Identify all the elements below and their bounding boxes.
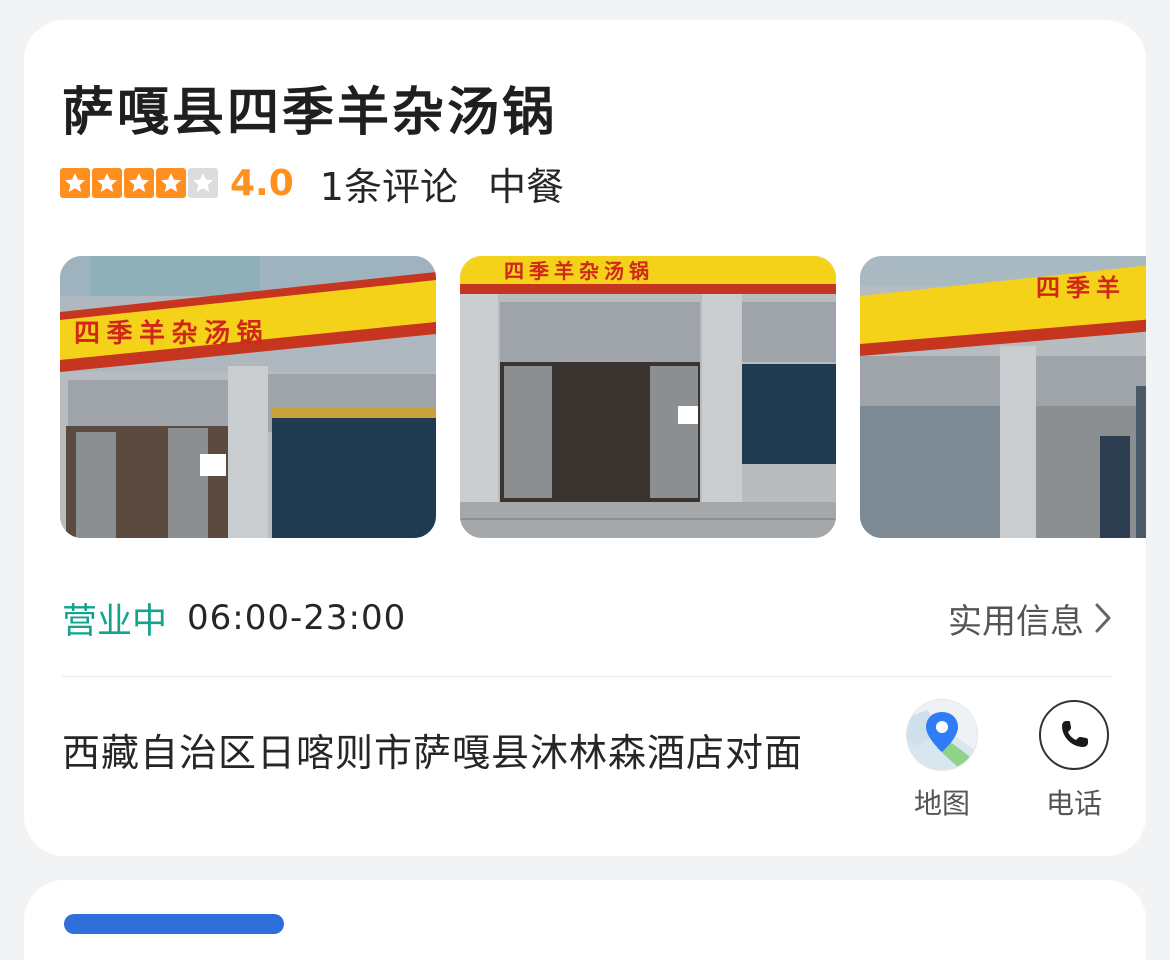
star-icon — [124, 168, 154, 198]
star-icon — [156, 168, 186, 198]
section-tab-indicator — [64, 914, 284, 934]
svg-text:四 季 羊 杂 汤 锅: 四 季 羊 杂 汤 锅 — [74, 318, 263, 348]
phone-button[interactable]: 电话 — [1029, 700, 1119, 822]
map-label: 地图 — [913, 787, 970, 820]
phone-icon — [1039, 700, 1109, 770]
practical-info-link[interactable]: 实用信息 — [948, 588, 1112, 648]
photo-carousel[interactable]: 四 季 羊 杂 汤 锅 四 季 羊 杂 汤 锅 四 季 羊 — [60, 256, 1146, 538]
star-icon — [188, 168, 218, 198]
phone-label: 电话 — [1045, 787, 1102, 820]
review-count-link[interactable]: 1条评论 — [320, 156, 458, 211]
page-title: 萨嘎县四季羊杂汤锅 — [62, 83, 558, 143]
star-icon — [92, 168, 122, 198]
storefront-photo-2[interactable]: 四 季 羊 杂 汤 锅 — [460, 256, 836, 538]
svg-text:四 季 羊: 四 季 羊 — [1036, 274, 1120, 302]
practical-info-label: 实用信息 — [948, 601, 1084, 642]
next-section-card — [24, 880, 1146, 960]
rating-score: 4.0 — [230, 162, 294, 204]
poi-detail-card: 萨嘎县四季羊杂汤锅 4.0 1条评论 中餐 四 季 羊 杂 汤 锅 四 季 羊 … — [24, 20, 1146, 856]
rating-row: 4.0 1条评论 中餐 — [60, 156, 564, 211]
business-hours: 06:00-23:00 — [187, 598, 407, 638]
address-text: 西藏自治区日喀则市萨嘎县沐林森酒店对面 — [62, 731, 804, 775]
storefront-photo-1[interactable]: 四 季 羊 杂 汤 锅 — [60, 256, 436, 538]
category-label: 中餐 — [487, 164, 564, 209]
business-hours-row: 营业中 06:00-23:00 实用信息 — [62, 588, 1112, 648]
svg-text:四 季 羊 杂 汤 锅: 四 季 羊 杂 汤 锅 — [504, 259, 649, 283]
star-icon — [60, 168, 90, 198]
map-pin-icon — [907, 700, 977, 770]
divider — [62, 676, 1112, 677]
storefront-photo-3[interactable]: 四 季 羊 — [860, 256, 1146, 538]
star-rating — [60, 168, 218, 198]
open-status-badge: 营业中 — [62, 601, 168, 642]
chevron-right-icon — [1094, 602, 1112, 634]
map-button[interactable]: 地图 — [897, 700, 987, 822]
